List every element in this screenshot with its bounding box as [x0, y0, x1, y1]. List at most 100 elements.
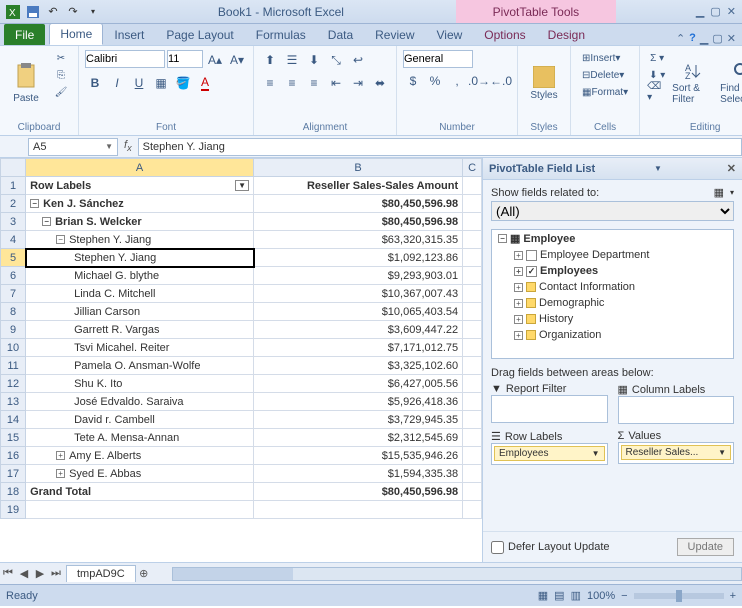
border-button[interactable]: ▦	[151, 73, 171, 93]
cell[interactable]: Jillian Carson	[26, 303, 254, 321]
worksheet-grid[interactable]: A B C 1Row Labels ▼Reseller Sales-Sales …	[0, 158, 482, 562]
font-color-button[interactable]: A	[195, 73, 215, 93]
fx-icon[interactable]: fx	[124, 139, 132, 153]
field-organization[interactable]: +Organization	[492, 327, 733, 343]
row-header[interactable]: 17	[1, 465, 26, 483]
values-area[interactable]: Reseller Sales...▼	[618, 442, 735, 464]
font-name-combo[interactable]	[85, 50, 165, 68]
row-header[interactable]: 15	[1, 429, 26, 447]
cell[interactable]: Pamela O. Ansman-Wolfe	[26, 357, 254, 375]
active-cell[interactable]: Stephen Y. Jiang	[26, 249, 254, 267]
align-top-icon[interactable]: ⬆	[260, 50, 280, 70]
cut-icon[interactable]: ✂	[50, 50, 72, 66]
doc-close-icon[interactable]: ✕	[727, 32, 736, 45]
wrap-text-icon[interactable]: ↩	[348, 50, 368, 70]
field-history[interactable]: +History	[492, 311, 733, 327]
field-contact[interactable]: +Contact Information	[492, 279, 733, 295]
expand-icon[interactable]: +	[514, 283, 523, 292]
row-header[interactable]: 11	[1, 357, 26, 375]
report-filter-area[interactable]	[491, 395, 608, 423]
expand-icon[interactable]: +	[514, 331, 523, 340]
cell[interactable]: Tsvi Micahel. Reiter	[26, 339, 254, 357]
task-pane-dropdown-icon[interactable]: ▼	[654, 164, 662, 173]
undo-icon[interactable]: ↶	[44, 3, 62, 21]
expand-icon[interactable]: +	[56, 469, 65, 478]
horizontal-scrollbar[interactable]	[172, 567, 742, 581]
fill-color-button[interactable]: 🪣	[173, 73, 193, 93]
row-header[interactable]: 5	[1, 249, 26, 267]
field-list[interactable]: −▦Employee +Employee Department +✓Employ…	[491, 229, 734, 359]
cell-styles-button[interactable]: Styles	[524, 50, 564, 116]
cell[interactable]: Garrett R. Vargas	[26, 321, 254, 339]
expand-icon[interactable]: +	[514, 251, 523, 260]
autosum-icon[interactable]: Σ ▾	[646, 50, 668, 66]
row-header[interactable]: 10	[1, 339, 26, 357]
find-select-button[interactable]: Find & Select	[720, 50, 742, 116]
tab-formulas[interactable]: Formulas	[245, 24, 317, 45]
field-employee-department[interactable]: +Employee Department	[492, 247, 733, 263]
align-middle-icon[interactable]: ☰	[282, 50, 302, 70]
tab-data[interactable]: Data	[317, 24, 364, 45]
field-demographic[interactable]: +Demographic	[492, 295, 733, 311]
underline-button[interactable]: U	[129, 73, 149, 93]
checkbox-icon[interactable]	[526, 250, 537, 261]
zoom-thumb[interactable]	[676, 590, 682, 602]
task-pane-close-icon[interactable]: ✕	[727, 162, 736, 175]
italic-button[interactable]: I	[107, 73, 127, 93]
col-header-a[interactable]: A	[26, 159, 254, 177]
col-header-c[interactable]: C	[463, 159, 482, 177]
cell[interactable]: $1,594,335.38	[254, 465, 463, 483]
cell[interactable]: $6,427,005.56	[254, 375, 463, 393]
collapse-icon[interactable]: −	[42, 217, 51, 226]
decrease-font-icon[interactable]: A▾	[227, 50, 247, 70]
field-employee[interactable]: −▦Employee	[492, 230, 733, 247]
align-right-icon[interactable]: ≡	[304, 73, 324, 93]
zoom-in-icon[interactable]: +	[730, 590, 736, 602]
bold-button[interactable]: B	[85, 73, 105, 93]
format-cells-button[interactable]: ▦ Format ▾	[577, 84, 633, 100]
row-header[interactable]: 12	[1, 375, 26, 393]
sort-filter-button[interactable]: AZ Sort & Filter	[672, 50, 716, 116]
cell[interactable]: $3,325,102.60	[254, 357, 463, 375]
prev-sheet-icon[interactable]: ◀	[16, 567, 32, 580]
increase-decimal-icon[interactable]: .0→	[469, 71, 489, 91]
decrease-indent-icon[interactable]: ⇤	[326, 73, 346, 93]
excel-icon[interactable]: X	[4, 3, 22, 21]
tab-home[interactable]: Home	[49, 23, 103, 45]
cell[interactable]: −Ken J. Sánchez	[26, 195, 254, 213]
first-sheet-icon[interactable]: ⏮	[0, 567, 16, 580]
row-header[interactable]: 13	[1, 393, 26, 411]
tab-view[interactable]: View	[426, 24, 474, 45]
increase-indent-icon[interactable]: ⇥	[348, 73, 368, 93]
tab-page-layout[interactable]: Page Layout	[155, 24, 244, 45]
row-header[interactable]: 4	[1, 231, 26, 249]
field-employees[interactable]: +✓Employees	[492, 263, 733, 279]
cell[interactable]: −Stephen Y. Jiang	[26, 231, 254, 249]
scroll-thumb[interactable]	[173, 568, 293, 580]
cell[interactable]: −Brian S. Welcker	[26, 213, 254, 231]
expand-icon[interactable]: +	[514, 299, 523, 308]
cell[interactable]: Tete A. Mensa-Annan	[26, 429, 254, 447]
save-icon[interactable]	[24, 3, 42, 21]
insert-cells-button[interactable]: ⊞ Insert ▾	[577, 50, 625, 66]
increase-font-icon[interactable]: A▴	[205, 50, 225, 70]
namebox-dropdown-icon[interactable]: ▼	[105, 142, 113, 151]
copy-icon[interactable]: ⎘	[50, 67, 72, 83]
comma-icon[interactable]: ,	[447, 71, 467, 91]
row-header[interactable]: 8	[1, 303, 26, 321]
zoom-out-icon[interactable]: −	[621, 590, 627, 602]
clear-icon[interactable]: ⌫ ▾	[646, 84, 668, 100]
cell[interactable]: $9,293,903.01	[254, 267, 463, 285]
decrease-decimal-icon[interactable]: ←.0	[491, 71, 511, 91]
row-header[interactable]: 2	[1, 195, 26, 213]
font-size-combo[interactable]	[167, 50, 203, 68]
expand-icon[interactable]: +	[514, 267, 523, 276]
cell[interactable]: +Syed E. Abbas	[26, 465, 254, 483]
restore-icon[interactable]: ▢	[710, 5, 720, 18]
cell[interactable]: Michael G. blythe	[26, 267, 254, 285]
percent-icon[interactable]: %	[425, 71, 445, 91]
last-sheet-icon[interactable]: ⏭	[48, 567, 64, 580]
cell[interactable]: David r. Cambell	[26, 411, 254, 429]
row-header[interactable]: 9	[1, 321, 26, 339]
cell[interactable]: José Edvaldo. Saraiva	[26, 393, 254, 411]
